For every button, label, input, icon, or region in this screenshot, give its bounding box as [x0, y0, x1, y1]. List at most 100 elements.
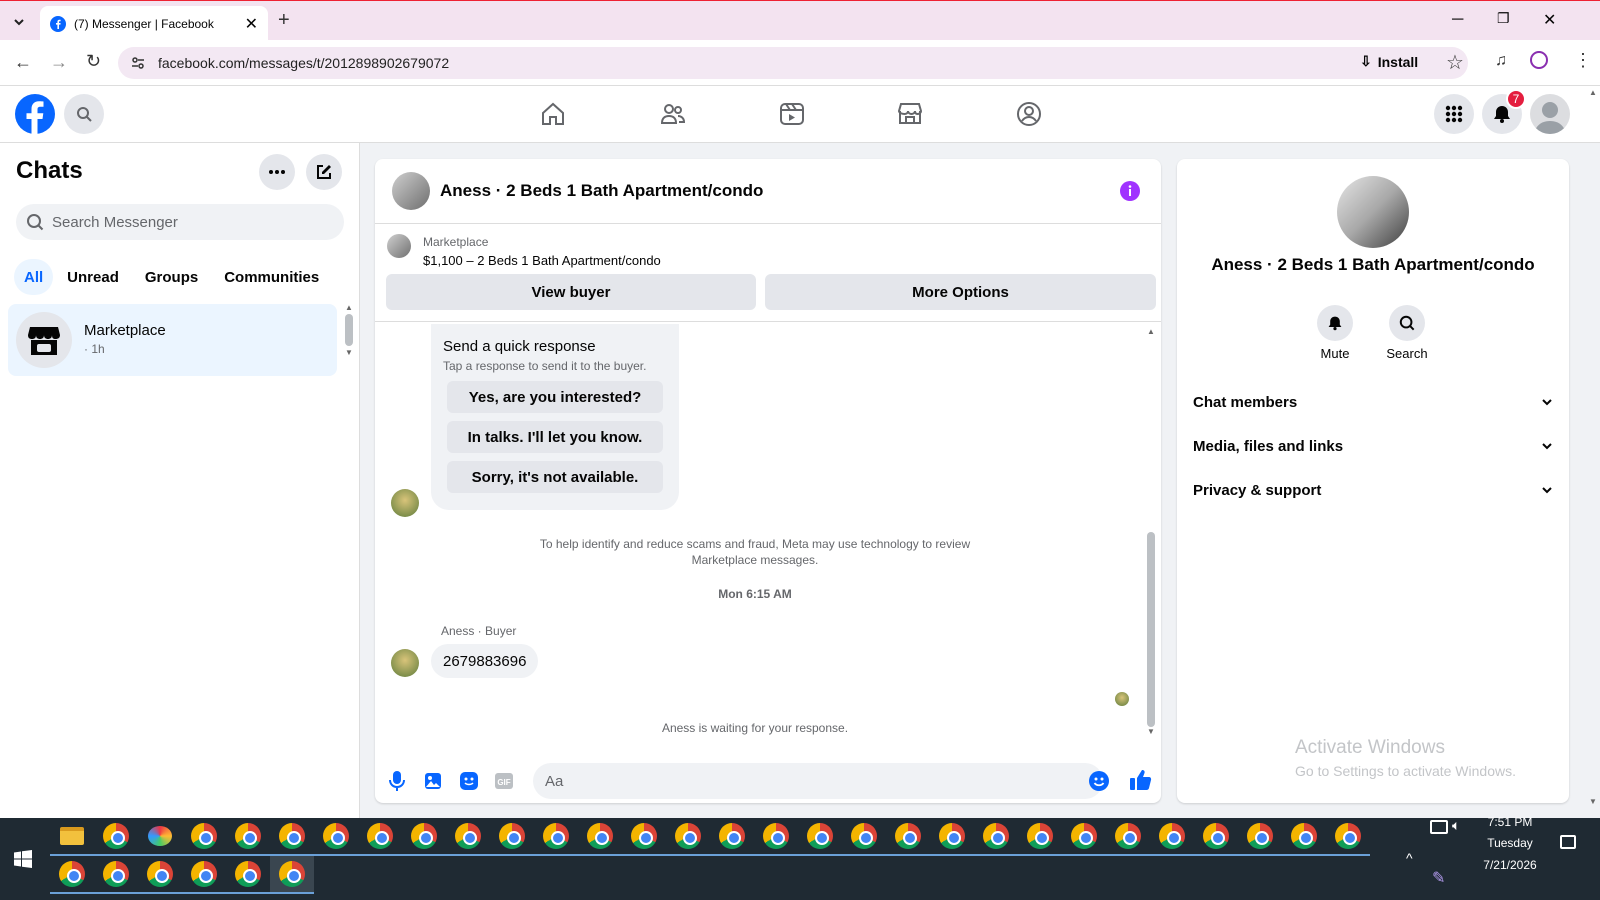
browser-tab[interactable]: (7) Messenger | Facebook ✕ — [40, 6, 268, 41]
conversation-title[interactable]: Aness · 2 Beds 1 Bath Apartment/condo — [440, 181, 763, 201]
chrome-taskbar-icon[interactable] — [94, 856, 138, 894]
chrome-taskbar-icon[interactable] — [842, 818, 886, 856]
microphone-icon[interactable] — [387, 770, 407, 792]
marketplace-icon[interactable] — [897, 101, 923, 127]
volume-icon[interactable]: 🔈︎ — [1452, 817, 1460, 834]
emoji-icon[interactable] — [1089, 771, 1109, 791]
chrome-taskbar-icon[interactable] — [226, 856, 270, 894]
gaming-icon[interactable] — [1016, 101, 1042, 127]
chrome-taskbar-icon[interactable] — [138, 856, 182, 894]
account-button[interactable] — [1530, 94, 1570, 134]
chrome-taskbar-icon[interactable] — [446, 818, 490, 856]
maximize-button[interactable]: ❐ — [1497, 10, 1510, 27]
file-explorer-taskbar-icon[interactable] — [50, 818, 94, 856]
message-composer[interactable]: Aa — [533, 763, 1103, 799]
minimize-button[interactable]: ─ — [1452, 11, 1463, 29]
filter-unread[interactable]: Unread — [55, 259, 131, 295]
chrome-taskbar-icon[interactable] — [94, 818, 138, 856]
message-bubble[interactable]: 2679883696 — [431, 644, 539, 678]
chrome-taskbar-icon[interactable] — [1238, 818, 1282, 856]
chrome-taskbar-icon[interactable] — [1150, 818, 1194, 856]
site-info-icon[interactable] — [130, 55, 146, 71]
profile-icon[interactable] — [1530, 51, 1548, 69]
thumbs-up-icon[interactable] — [1129, 768, 1153, 792]
quick-response-in-talks[interactable]: In talks. I'll let you know. — [447, 421, 663, 453]
quick-response-not-available[interactable]: Sorry, it's not available. — [447, 461, 663, 493]
browser-menu-icon[interactable]: ⋮ — [1574, 50, 1592, 71]
chat-list-scrollbar[interactable]: ▲ ▼ — [344, 303, 354, 369]
paint-taskbar-icon[interactable] — [138, 818, 182, 856]
chrome-taskbar-icon[interactable] — [182, 818, 226, 856]
facebook-logo-icon[interactable] — [15, 94, 55, 134]
chrome-taskbar-icon[interactable] — [226, 818, 270, 856]
home-icon[interactable] — [540, 101, 566, 127]
chrome-taskbar-icon[interactable] — [1106, 818, 1150, 856]
filter-groups[interactable]: Groups — [133, 259, 210, 295]
chrome-taskbar-icon[interactable] — [358, 818, 402, 856]
chats-options-button[interactable] — [259, 154, 295, 190]
search-messenger-field[interactable]: Search Messenger — [16, 204, 344, 240]
section-chat-members[interactable]: Chat members — [1193, 380, 1553, 424]
close-window-button[interactable]: ✕ — [1543, 10, 1556, 30]
chrome-taskbar-icon[interactable] — [402, 818, 446, 856]
chrome-taskbar-icon[interactable] — [534, 818, 578, 856]
address-bar[interactable]: facebook.com/messages/t/2012898902679072 — [118, 47, 1468, 79]
close-tab-icon[interactable]: ✕ — [245, 14, 258, 34]
conversation-scrollbar[interactable]: ▲ ▼ — [1146, 327, 1156, 737]
chrome-taskbar-icon[interactable] — [710, 818, 754, 856]
chrome-taskbar-icon[interactable] — [886, 818, 930, 856]
menu-button[interactable] — [1434, 94, 1474, 134]
reload-button[interactable]: ↻ — [86, 51, 101, 72]
section-privacy-support[interactable]: Privacy & support — [1193, 468, 1553, 512]
windows-start-icon[interactable] — [14, 850, 32, 868]
chrome-taskbar-icon[interactable] — [490, 818, 534, 856]
video-icon[interactable] — [779, 101, 805, 127]
clock-time[interactable]: 7:51 PM — [1470, 815, 1550, 829]
chrome-taskbar-icon[interactable] — [1326, 818, 1370, 856]
quick-response-interested[interactable]: Yes, are you interested? — [447, 381, 663, 413]
details-avatar[interactable] — [1337, 176, 1409, 248]
network-icon[interactable] — [1430, 820, 1448, 834]
chrome-taskbar-icon[interactable] — [314, 818, 358, 856]
conversation-avatar[interactable] — [392, 172, 430, 210]
chrome-taskbar-icon[interactable] — [622, 818, 666, 856]
section-media-files-links[interactable]: Media, files and links — [1193, 424, 1553, 468]
chrome-taskbar-icon[interactable] — [798, 818, 842, 856]
chrome-taskbar-icon[interactable] — [974, 818, 1018, 856]
page-scrollbar[interactable]: ▲ ▼ — [1587, 88, 1599, 816]
mute-button[interactable] — [1317, 305, 1353, 341]
forward-button[interactable]: → — [50, 52, 68, 73]
chrome-taskbar-icon[interactable] — [1018, 818, 1062, 856]
chrome-taskbar-icon[interactable] — [578, 818, 622, 856]
chat-list-item[interactable]: Marketplace · 1h — [8, 304, 337, 376]
clock-date[interactable]: 7/21/2026 — [1470, 858, 1550, 872]
photo-icon[interactable] — [423, 771, 443, 791]
media-control-icon[interactable]: ♫ — [1495, 52, 1507, 70]
notification-center-icon[interactable] — [1560, 835, 1576, 849]
tab-search-button[interactable] — [8, 11, 30, 33]
new-tab-button[interactable]: + — [278, 9, 290, 32]
bookmark-star-icon[interactable]: ☆ — [1446, 50, 1464, 75]
show-hidden-icons[interactable]: ^ — [1406, 850, 1413, 866]
chrome-taskbar-icon[interactable] — [666, 818, 710, 856]
back-button[interactable]: ← — [14, 52, 32, 73]
pen-icon[interactable]: ✎ — [1432, 868, 1445, 888]
friends-icon[interactable] — [660, 101, 686, 127]
filter-all[interactable]: All — [14, 259, 54, 295]
chrome-taskbar-icon[interactable] — [1282, 818, 1326, 856]
clock-day[interactable]: Tuesday — [1470, 836, 1550, 850]
facebook-search-button[interactable] — [64, 94, 104, 134]
sticker-icon[interactable] — [459, 771, 479, 791]
more-options-button[interactable]: More Options — [765, 274, 1156, 310]
chrome-taskbar-icon[interactable] — [182, 856, 226, 894]
new-message-button[interactable] — [306, 154, 342, 190]
install-button[interactable]: ⇩ Install — [1360, 53, 1418, 70]
filter-communities[interactable]: Communities — [212, 259, 331, 295]
search-conversation-button[interactable] — [1389, 305, 1425, 341]
chrome-taskbar-icon[interactable] — [270, 818, 314, 856]
chrome-taskbar-icon[interactable] — [930, 818, 974, 856]
chrome-taskbar-icon[interactable] — [1062, 818, 1106, 856]
view-buyer-button[interactable]: View buyer — [386, 274, 756, 310]
chrome-taskbar-icon[interactable] — [754, 818, 798, 856]
chrome-taskbar-icon[interactable] — [50, 856, 94, 894]
